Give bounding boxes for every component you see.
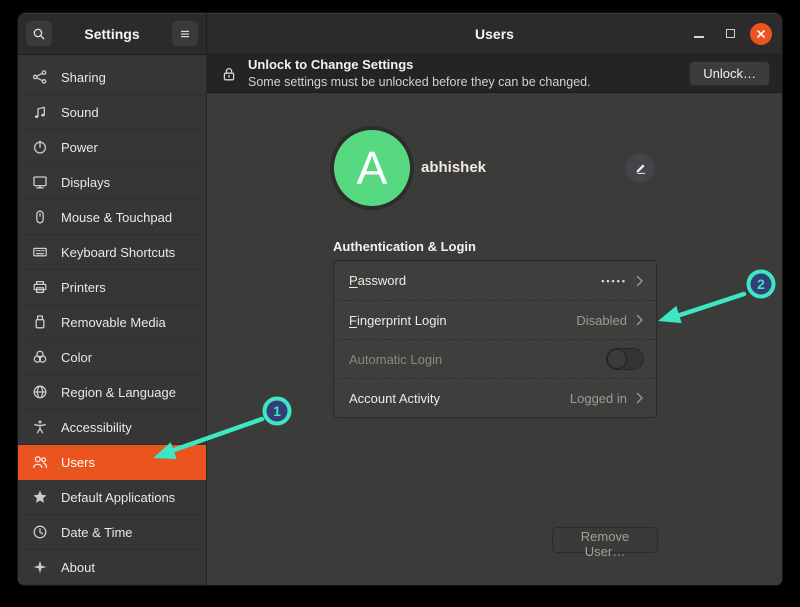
users-icon (32, 454, 48, 470)
sidebar-item-color[interactable]: Color (18, 340, 206, 375)
toggle-knob (607, 349, 627, 369)
remove-user-button[interactable]: Remove User… (552, 527, 658, 553)
edit-name-button[interactable] (626, 154, 654, 182)
sidebar-item-label: Removable Media (61, 315, 166, 330)
unlock-banner-title: Unlock to Change Settings (248, 57, 678, 74)
sidebar-item-accessibility[interactable]: Accessibility (18, 410, 206, 445)
sidebar-item-label: Default Applications (61, 490, 175, 505)
color-icon (32, 349, 48, 365)
user-avatar[interactable]: A (334, 130, 410, 206)
sidebar-item-keyboard-shortcuts[interactable]: Keyboard Shortcuts (18, 235, 206, 270)
close-icon (756, 29, 766, 39)
search-icon (32, 26, 46, 42)
sparkle-icon (32, 559, 48, 575)
window-body: Sharing Sound Power Displays Mouse & Tou… (18, 55, 782, 585)
unlock-banner-text: Unlock to Change Settings Some settings … (248, 57, 678, 90)
titlebar: Settings Users (18, 13, 782, 55)
sidebar-item-removable-media[interactable]: Removable Media (18, 305, 206, 340)
sidebar-item-label: Mouse & Touchpad (61, 210, 172, 225)
sidebar-item-label: Printers (61, 280, 106, 295)
sidebar-item-region-language[interactable]: Region & Language (18, 375, 206, 410)
unlock-banner-subtitle: Some settings must be unlocked before th… (248, 74, 678, 90)
sidebar-item-label: Region & Language (61, 385, 176, 400)
account-activity-row[interactable]: Account Activity Logged in (334, 378, 656, 417)
sidebar-item-power[interactable]: Power (18, 130, 206, 165)
sidebar-item-label: Color (61, 350, 92, 365)
sidebar-item-label: Keyboard Shortcuts (61, 245, 175, 260)
window-controls (688, 13, 772, 54)
sound-icon (32, 104, 48, 120)
printer-icon (32, 279, 48, 295)
sidebar-item-label: Sharing (61, 70, 106, 85)
settings-sidebar: Sharing Sound Power Displays Mouse & Tou… (18, 55, 207, 585)
displays-icon (32, 174, 48, 190)
fingerprint-login-label: Fingerprint Login (349, 313, 567, 328)
sidebar-item-displays[interactable]: Displays (18, 165, 206, 200)
main-headerbar: Users (207, 13, 782, 55)
sidebar-item-label: Date & Time (61, 525, 133, 540)
hamburger-menu-icon (178, 26, 192, 42)
chevron-right-icon (636, 275, 644, 287)
password-row[interactable]: Password ••••• (334, 261, 656, 300)
password-value: ••••• (601, 276, 627, 286)
close-button[interactable] (750, 23, 772, 45)
user-name: abhishek (421, 159, 486, 176)
mouse-icon (32, 209, 48, 225)
account-activity-value: Logged in (570, 391, 627, 406)
sidebar-item-label: Sound (61, 105, 99, 120)
maximize-button[interactable] (719, 23, 741, 45)
sidebar-item-sound[interactable]: Sound (18, 95, 206, 130)
sidebar-item-about[interactable]: About (18, 550, 206, 585)
password-label: Password (349, 273, 592, 288)
settings-window: Settings Users Sharing (18, 13, 782, 585)
sidebar-item-mouse-touchpad[interactable]: Mouse & Touchpad (18, 200, 206, 235)
star-icon (32, 489, 48, 505)
sharing-icon (32, 69, 48, 85)
auth-login-card: Password ••••• Fingerprint Login Disable… (333, 260, 657, 418)
chevron-right-icon (636, 314, 644, 326)
automatic-login-toggle[interactable] (606, 348, 644, 370)
automatic-login-row: Automatic Login (334, 339, 656, 378)
sidebar-item-printers[interactable]: Printers (18, 270, 206, 305)
chevron-right-icon (636, 392, 644, 404)
minimize-icon (694, 36, 704, 38)
automatic-login-label: Automatic Login (349, 352, 597, 367)
keyboard-icon (32, 244, 48, 260)
maximize-icon (726, 29, 735, 38)
sidebar-item-users[interactable]: Users (18, 445, 206, 480)
account-activity-label: Account Activity (349, 391, 561, 406)
sidebar-item-label: Accessibility (61, 420, 132, 435)
pencil-icon (634, 162, 647, 175)
clock-icon (32, 524, 48, 540)
globe-icon (32, 384, 48, 400)
fingerprint-login-row[interactable]: Fingerprint Login Disabled (334, 300, 656, 339)
minimize-button[interactable] (688, 23, 710, 45)
sidebar-item-label: Users (61, 455, 95, 470)
search-button[interactable] (25, 20, 53, 47)
accessibility-icon (32, 419, 48, 435)
users-content: A abhishek Authentication & Login Passwo… (207, 93, 782, 585)
fingerprint-login-value: Disabled (576, 313, 627, 328)
auth-section-title: Authentication & Login (333, 239, 476, 254)
sidebar-item-date-time[interactable]: Date & Time (18, 515, 206, 550)
lock-icon (221, 66, 237, 82)
users-panel: Unlock to Change Settings Some settings … (207, 55, 782, 585)
unlock-button[interactable]: Unlock… (689, 61, 770, 86)
unlock-banner: Unlock to Change Settings Some settings … (207, 55, 782, 93)
sidebar-item-label: Displays (61, 175, 110, 190)
removable-media-icon (32, 314, 48, 330)
sidebar-item-label: About (61, 560, 95, 575)
sidebar-item-sharing[interactable]: Sharing (18, 60, 206, 95)
sidebar-item-label: Power (61, 140, 98, 155)
sidebar-item-default-applications[interactable]: Default Applications (18, 480, 206, 515)
sidebar-headerbar: Settings (18, 13, 207, 55)
power-icon (32, 139, 48, 155)
primary-menu-button[interactable] (171, 20, 199, 47)
